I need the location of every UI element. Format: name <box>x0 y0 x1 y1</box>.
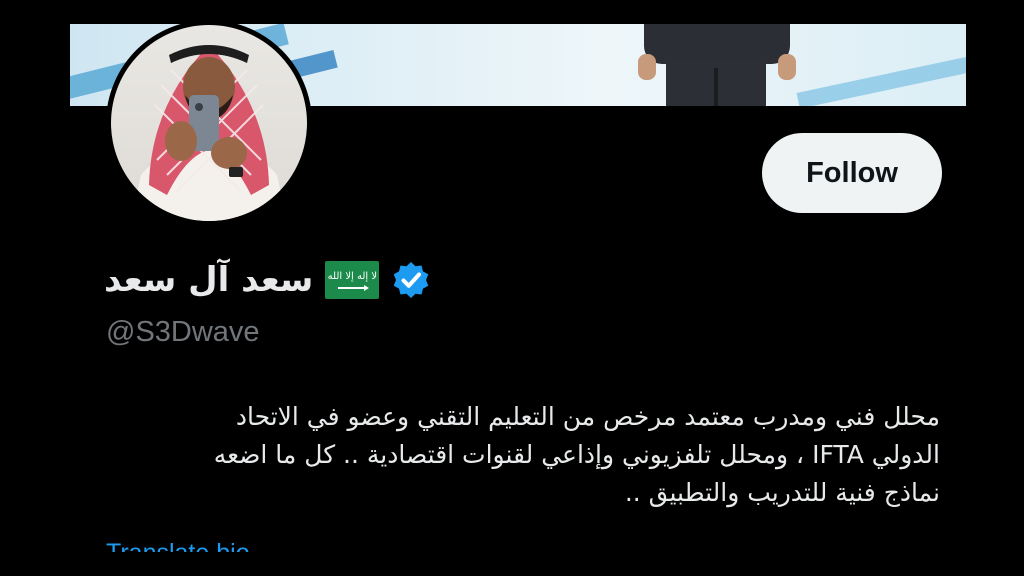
banner-person-torso <box>644 24 790 64</box>
verified-badge-icon[interactable] <box>391 260 431 300</box>
profile-bio: محلل فني ومدرب معتمد مرخص من التعليم الت… <box>110 398 940 512</box>
user-handle: @S3Dwave <box>106 316 260 348</box>
display-name: سعد آل سعد <box>104 260 314 300</box>
avatar-photo <box>111 25 307 221</box>
banner-person <box>636 24 798 106</box>
bio-line: محلل فني ومدرب معتمد مرخص من التعليم الت… <box>235 402 940 431</box>
saudi-flag-icon: لا إله إلا الله <box>325 261 380 299</box>
avatar[interactable] <box>106 20 312 226</box>
bio-line: الدولي IFTA ، ومحلل تلفزيوني وإذاعي لقنو… <box>213 440 940 469</box>
banner-person-hand <box>778 54 796 80</box>
banner-person-legs-gap <box>714 68 718 106</box>
banner-person-hand <box>638 54 656 80</box>
profile-screen: Follow سعد آل سعد لا إله إلا الله @S3Dwa… <box>0 0 1024 576</box>
flag-script: لا إله إلا الله <box>327 270 378 282</box>
follow-button[interactable]: Follow <box>762 133 942 213</box>
banner-stripe <box>796 51 966 106</box>
avatar-illustration <box>131 45 287 221</box>
bio-line: نماذج فنية للتدريب والتطبيق .. <box>624 478 940 507</box>
display-name-row: سعد آل سعد لا إله إلا الله <box>104 256 431 304</box>
flag-sword <box>338 284 370 291</box>
translate-bio-link[interactable]: Translate bio <box>106 538 250 552</box>
